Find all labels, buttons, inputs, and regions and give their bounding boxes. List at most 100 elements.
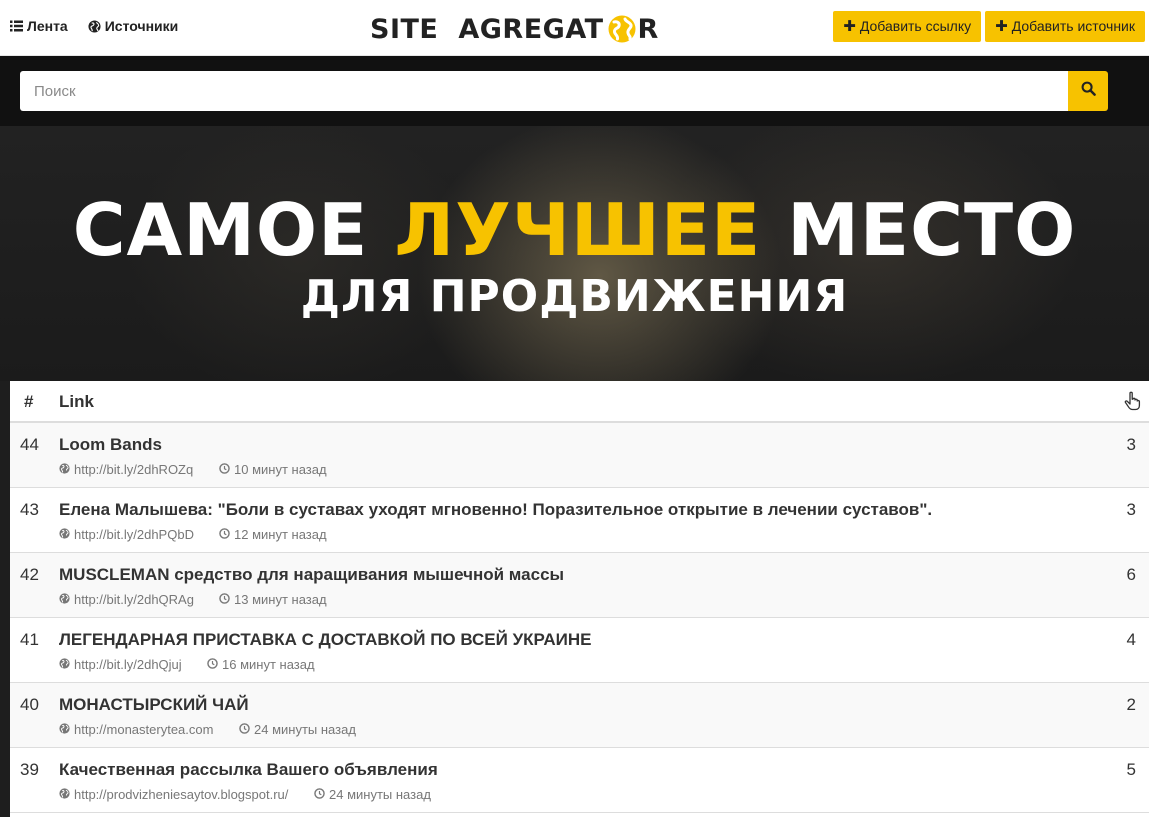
- add-source-label: Добавить источник: [1011, 18, 1135, 34]
- row-url-text: http://bit.ly/2dhPQbD: [74, 527, 194, 542]
- clock-icon: [219, 462, 230, 477]
- search-button[interactable]: [1068, 71, 1108, 111]
- clock-icon: [219, 527, 230, 542]
- row-url-text: http://bit.ly/2dhQjuj: [74, 657, 182, 672]
- plus-icon: ✚: [843, 18, 856, 35]
- search-icon: [1081, 81, 1096, 101]
- globe-icon: [59, 592, 70, 607]
- row-time-text: 24 минуты назад: [254, 722, 356, 737]
- links-table: # Link 44 Loom Bands http://bit.ly/2dhRO…: [10, 381, 1149, 817]
- table-row: 41 ЛЕГЕНДАРНАЯ ПРИСТАВКА С ДОСТАВКОЙ ПО …: [10, 618, 1149, 683]
- row-url-link[interactable]: http://bit.ly/2dhROZq: [59, 462, 219, 477]
- row-time-text: 16 минут назад: [222, 657, 315, 672]
- row-url-text: http://monasterytea.com: [74, 722, 214, 737]
- row-vote-count: 3: [1126, 435, 1136, 454]
- row-url-link[interactable]: http://prodvizheniesaytov.blogspot.ru/: [59, 787, 314, 802]
- row-time: 24 минуты назад: [314, 787, 431, 802]
- row-number: 43: [20, 500, 39, 519]
- clock-icon: [219, 592, 230, 607]
- row-meta: http://bit.ly/2dhROZq 10 минут назад: [59, 462, 327, 477]
- hero-title-part1: САМОЕ: [72, 188, 369, 272]
- top-navbar: Лента Источники SITE AGREGAT R ✚ Добавит…: [0, 0, 1149, 56]
- row-number: 40: [20, 695, 39, 714]
- table-header: # Link: [10, 381, 1149, 423]
- search-input[interactable]: [20, 71, 1068, 111]
- row-meta: http://monasterytea.com 24 минуты назад: [59, 722, 356, 737]
- row-url-link[interactable]: http://bit.ly/2dhQjuj: [59, 657, 207, 672]
- globe-icon: [88, 19, 101, 33]
- globe-icon: [59, 787, 70, 802]
- table-row: 40 МОНАСТЫРСКИЙ ЧАЙ http://monasterytea.…: [10, 683, 1149, 748]
- hand-pointer-icon: [1124, 391, 1141, 416]
- add-link-button[interactable]: ✚ Добавить ссылку: [833, 11, 982, 42]
- logo-text-site: SITE: [370, 13, 439, 45]
- search-bar: [0, 56, 1149, 126]
- add-source-button[interactable]: ✚ Добавить источник: [985, 11, 1145, 42]
- column-header-link: Link: [59, 392, 94, 411]
- table-row: 39 Качественная рассылка Вашего объявлен…: [10, 748, 1149, 813]
- nav-sources-label: Источники: [104, 18, 179, 34]
- row-vote-count: 3: [1126, 500, 1136, 519]
- globe-icon: [59, 527, 70, 542]
- hero-title-part2: МЕСТО: [787, 188, 1077, 272]
- row-title-link[interactable]: Елена Малышева: "Боли в суставах уходят …: [59, 500, 932, 520]
- site-logo[interactable]: SITE AGREGAT R: [370, 12, 659, 46]
- list-icon: [10, 20, 23, 32]
- row-url-link[interactable]: http://bit.ly/2dhQRAg: [59, 592, 219, 607]
- row-time: 24 минуты назад: [239, 722, 356, 737]
- row-number: 44: [20, 435, 39, 454]
- globe-icon: [59, 462, 70, 477]
- logo-text-agregat: AGREGAT: [458, 13, 604, 45]
- row-vote-count: 6: [1126, 565, 1136, 584]
- row-url-link[interactable]: http://bit.ly/2dhPQbD: [59, 527, 219, 542]
- row-time-text: 10 минут назад: [234, 462, 327, 477]
- table-row: 42 MUSCLEMAN средство для наращивания мы…: [10, 553, 1149, 618]
- row-time-text: 13 минут назад: [234, 592, 327, 607]
- row-time-text: 12 минут назад: [234, 527, 327, 542]
- row-time: 10 минут назад: [219, 462, 327, 477]
- row-url-text: http://prodvizheniesaytov.blogspot.ru/: [74, 787, 289, 802]
- clock-icon: [207, 657, 218, 672]
- row-time: 12 минут назад: [219, 527, 327, 542]
- hero-title: САМОЕ ЛУЧШЕЕ МЕСТО: [0, 188, 1149, 272]
- row-meta: http://bit.ly/2dhQRAg 13 минут назад: [59, 592, 327, 607]
- row-time-text: 24 минуты назад: [329, 787, 431, 802]
- row-meta: http://bit.ly/2dhPQbD 12 минут назад: [59, 527, 327, 542]
- logo-text-r: R: [637, 13, 659, 45]
- row-time: 16 минут назад: [207, 657, 315, 672]
- row-title-link[interactable]: МОНАСТЫРСКИЙ ЧАЙ: [59, 695, 249, 715]
- row-number: 42: [20, 565, 39, 584]
- row-vote-count: 2: [1126, 695, 1136, 714]
- hero-subtitle: ДЛЯ ПРОДВИЖЕНИЯ: [300, 271, 849, 322]
- row-meta: http://bit.ly/2dhQjuj 16 минут назад: [59, 657, 315, 672]
- nav-feed-link[interactable]: Лента: [10, 18, 68, 34]
- globe-icon: [59, 657, 70, 672]
- row-time: 13 минут назад: [219, 592, 327, 607]
- globe-logo-icon: [608, 15, 636, 43]
- row-url-text: http://bit.ly/2dhROZq: [74, 462, 194, 477]
- nav-left: Лента Источники: [10, 18, 178, 34]
- globe-icon: [59, 722, 70, 737]
- row-meta: http://prodvizheniesaytov.blogspot.ru/ 2…: [59, 787, 431, 802]
- add-link-label: Добавить ссылку: [859, 18, 972, 34]
- table-row: 43 Елена Малышева: "Боли в суставах уход…: [10, 488, 1149, 553]
- row-title-link[interactable]: ЛЕГЕНДАРНАЯ ПРИСТАВКА С ДОСТАВКОЙ ПО ВСЕ…: [59, 630, 591, 650]
- plus-icon: ✚: [995, 18, 1008, 35]
- row-title-link[interactable]: Loom Bands: [59, 435, 162, 455]
- nav-feed-label: Лента: [27, 18, 68, 34]
- row-url-text: http://bit.ly/2dhQRAg: [74, 592, 194, 607]
- row-title-link[interactable]: MUSCLEMAN средство для наращивания мышеч…: [59, 565, 564, 585]
- row-vote-count: 5: [1126, 760, 1136, 779]
- table-row: 44 Loom Bands http://bit.ly/2dhROZq 10 м…: [10, 423, 1149, 488]
- clock-icon: [314, 787, 325, 802]
- row-title-link[interactable]: Качественная рассылка Вашего объявления: [59, 760, 438, 780]
- hero-banner: САМОЕ ЛУЧШЕЕ МЕСТО ДЛЯ ПРОДВИЖЕНИЯ: [0, 126, 1149, 381]
- hero-title-accent: ЛУЧШЕЕ: [394, 188, 762, 272]
- row-url-link[interactable]: http://monasterytea.com: [59, 722, 239, 737]
- nav-right: ✚ Добавить ссылку ✚ Добавить источник: [833, 11, 1145, 42]
- column-header-number: #: [24, 392, 34, 411]
- clock-icon: [239, 722, 250, 737]
- row-vote-count: 4: [1126, 630, 1136, 649]
- table-body: 44 Loom Bands http://bit.ly/2dhROZq 10 м…: [10, 423, 1149, 813]
- nav-sources-link[interactable]: Источники: [88, 18, 179, 34]
